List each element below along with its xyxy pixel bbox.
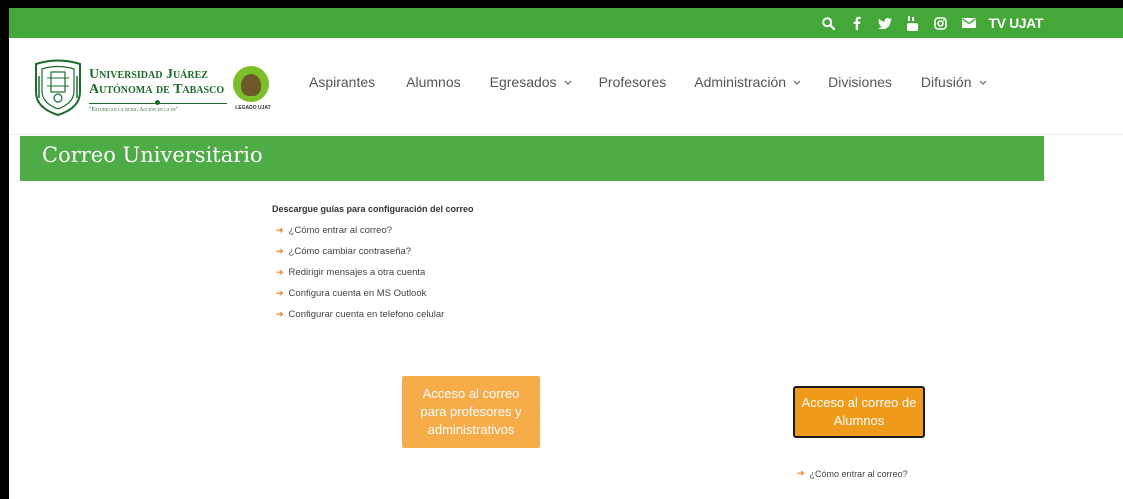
professors-mail-access-button[interactable]: Acceso al correo para profesores y admin… [402, 376, 540, 448]
main-nav: Aspirantes Alumnos Egresados Profesores … [309, 74, 987, 90]
legado-label: LEGADO UJAT [235, 105, 271, 111]
guide-link-cambiar-contrasena[interactable]: ➔ ¿Cómo cambiar contraseña? [272, 246, 474, 267]
arrow-right-icon: ➔ [276, 225, 284, 235]
nav-item-label: Aspirantes [309, 74, 376, 90]
university-name-line2: Autónoma de Tabasco [89, 82, 225, 97]
nav-item-label: Profesores [598, 74, 667, 90]
facebook-icon[interactable] [843, 8, 871, 38]
chevron-down-icon [793, 80, 801, 85]
nav-item-administracion[interactable]: Administración [694, 74, 801, 90]
guide-link-redirigir[interactable]: ➔ Redirigir mensajes a otra cuenta [272, 267, 474, 288]
page: TV UJAT Universidad Juárez Autónoma de T… [9, 8, 1123, 499]
legado-portrait [241, 74, 261, 96]
guide-link-label: ¿Cómo entrar al correo? [288, 225, 393, 236]
guides-heading: Descargue guías para configuración del c… [272, 204, 474, 214]
youtube-icon[interactable] [899, 8, 927, 38]
arrow-right-icon: ➔ [276, 267, 284, 277]
arrow-right-icon: ➔ [276, 288, 284, 298]
tv-ujat-link[interactable]: TV UJAT [989, 15, 1044, 31]
guide-link-label: Configurar cuenta en telefono celular [288, 309, 445, 320]
site-header: Universidad Juárez Autónoma de Tabasco "… [9, 38, 1123, 135]
guide-link-label: Configura cuenta en MS Outlook [288, 288, 427, 299]
guide-link-label: Redirigir mensajes a otra cuenta [288, 267, 426, 278]
guide-link-entrar[interactable]: ➔ ¿Cómo entrar al correo? [272, 225, 474, 246]
search-icon[interactable] [815, 8, 843, 38]
twitter-icon[interactable] [871, 8, 899, 38]
chevron-down-icon [979, 80, 986, 85]
arrow-right-icon: ➔ [276, 246, 284, 256]
divider-dot [155, 100, 160, 105]
guide-link-outlook[interactable]: ➔ Configura cuenta en MS Outlook [272, 288, 474, 309]
guides-section: Descargue guías para configuración del c… [272, 204, 474, 330]
nav-item-label: Difusión [920, 74, 972, 90]
university-shield-logo[interactable] [33, 58, 83, 116]
nav-item-aspirantes[interactable]: Aspirantes [309, 74, 375, 90]
nav-item-difusion[interactable]: Difusión [921, 74, 987, 90]
university-name-line1: Universidad Juárez [89, 67, 208, 82]
nav-item-label: Administración [694, 74, 787, 90]
top-bar: TV UJAT [9, 8, 1123, 38]
nav-item-divisiones[interactable]: Divisiones [828, 74, 892, 90]
mail-icon[interactable] [955, 8, 983, 38]
nav-item-label: Divisiones [828, 74, 892, 90]
nav-item-profesores[interactable]: Profesores [599, 74, 667, 90]
social-links: TV UJAT [815, 8, 1044, 38]
guides-list: ➔ ¿Cómo entrar al correo? ➔ ¿Cómo cambiar … [272, 225, 474, 330]
chevron-down-icon [564, 80, 571, 85]
guide-link-celular[interactable]: ➔ Configurar cuenta en telefono celular [272, 309, 474, 330]
students-mail-access-button[interactable]: Acceso al correo de Alumnos [793, 386, 925, 438]
university-motto: "Estudio en la duda. Acción en la fe" [89, 107, 179, 113]
nav-item-egresados[interactable]: Egresados [490, 74, 572, 90]
nav-item-label: Egresados [489, 74, 557, 90]
page-title-banner: Correo Universitario [20, 136, 1044, 181]
students-guide-label: ¿Cómo entrar al correo? [809, 468, 908, 479]
arrow-right-icon: ➔ [797, 468, 805, 478]
nav-item-label: Alumnos [406, 74, 461, 90]
students-guide-link[interactable]: ➔ ¿Cómo entrar al correo? [793, 468, 908, 479]
nav-item-alumnos[interactable]: Alumnos [406, 74, 460, 90]
instagram-icon[interactable] [927, 8, 955, 38]
page-title: Correo Universitario [42, 143, 263, 167]
guide-link-label: ¿Cómo cambiar contraseña? [288, 246, 412, 257]
arrow-right-icon: ➔ [276, 309, 284, 319]
university-name[interactable]: Universidad Juárez Autónoma de Tabasco [89, 67, 224, 97]
